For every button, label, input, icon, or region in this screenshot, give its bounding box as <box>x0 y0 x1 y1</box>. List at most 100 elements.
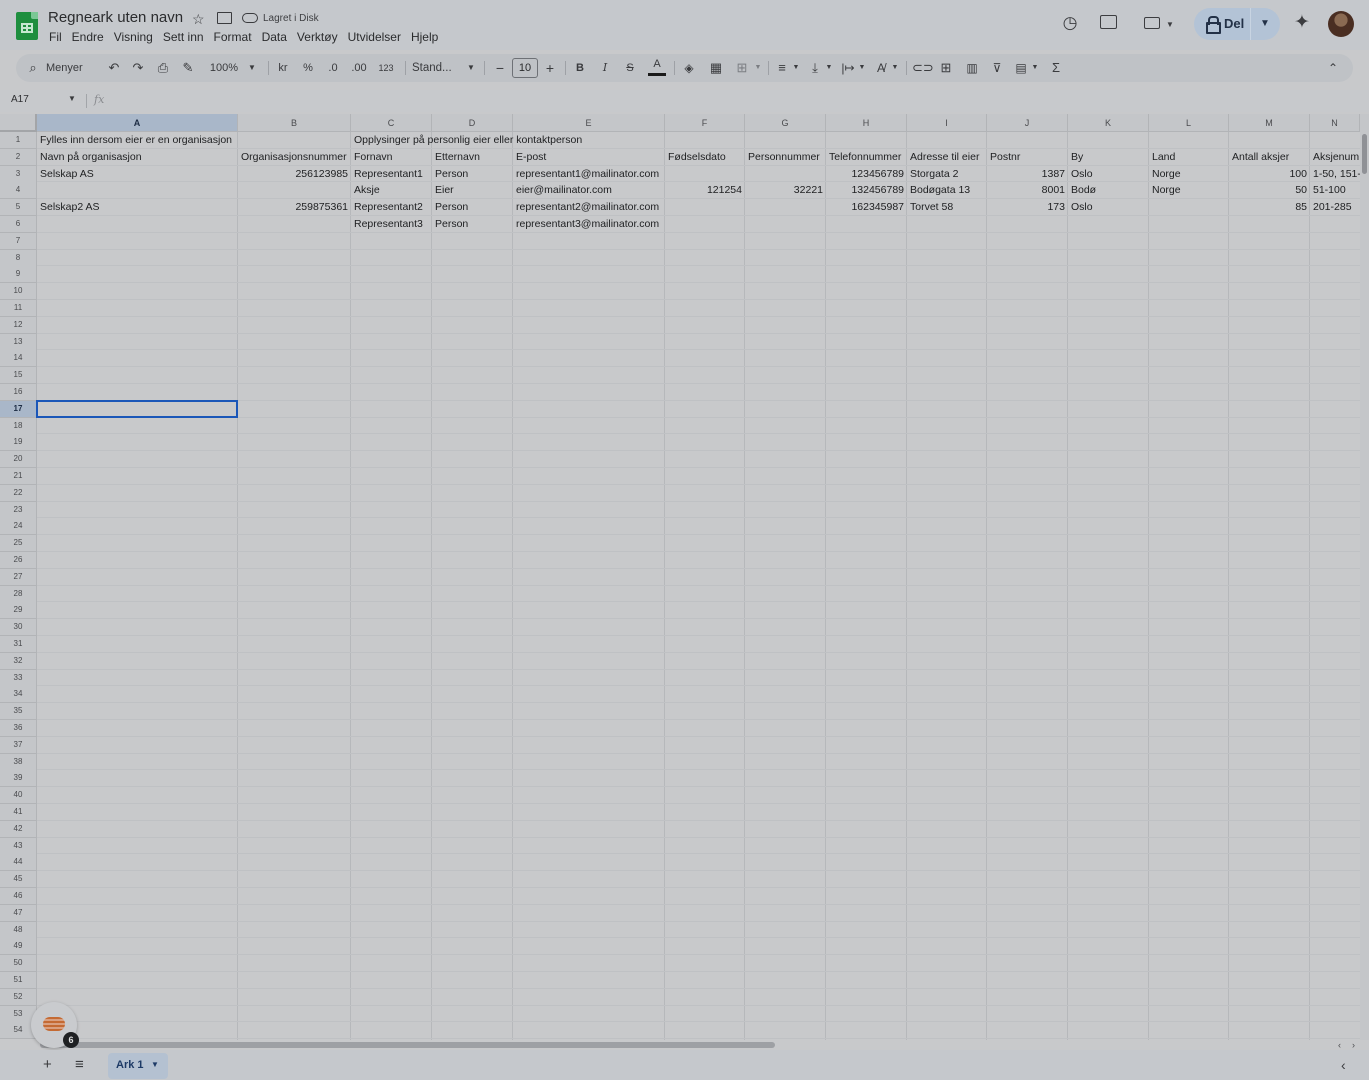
row-header[interactable]: 7 <box>0 232 37 250</box>
row-header[interactable]: 40 <box>0 787 37 805</box>
cell-j5[interactable]: 173 <box>987 199 1068 215</box>
vertical-scroll-thumb[interactable] <box>1362 134 1367 174</box>
saved-status[interactable]: Lagret i Disk <box>263 13 319 24</box>
print-icon[interactable]: ⎙ <box>155 54 171 82</box>
menu-item[interactable]: Utvidelser <box>348 30 401 46</box>
filter-views-chevron-down-icon[interactable]: ▼ <box>1030 54 1040 82</box>
column-header[interactable]: G <box>745 114 826 132</box>
menu-item[interactable]: Data <box>262 30 287 46</box>
gemini-icon[interactable]: ✦ <box>1292 13 1312 33</box>
row-header[interactable]: 23 <box>0 501 37 519</box>
cell-d2[interactable]: Etternavn <box>432 149 483 165</box>
column-header[interactable]: J <box>987 114 1068 132</box>
row-header[interactable]: 45 <box>0 871 37 889</box>
row-header[interactable]: 17 <box>0 400 37 418</box>
move-folder-icon[interactable] <box>217 12 232 24</box>
zoom-chevron-down-icon[interactable]: ▼ <box>246 54 258 82</box>
wrap-chevron-down-icon[interactable]: ▼ <box>857 54 867 82</box>
text-wrapping-icon[interactable]: |↦ <box>840 54 856 82</box>
text-rotation-icon[interactable]: A̸ <box>873 54 889 82</box>
row-header[interactable]: 20 <box>0 451 37 469</box>
row-header[interactable]: 12 <box>0 316 37 334</box>
fill-color-icon[interactable]: ◈ <box>681 54 697 82</box>
cell-i4[interactable]: Bodøgata 13 <box>907 182 973 198</box>
row-header[interactable]: 8 <box>0 249 37 267</box>
row-header[interactable]: 15 <box>0 367 37 385</box>
row-header[interactable]: 34 <box>0 686 37 704</box>
sheet-tab-chevron-down-icon[interactable]: ▼ <box>151 1060 159 1069</box>
cell-e4[interactable]: eier@mailinator.com <box>513 182 615 198</box>
row-header[interactable]: 42 <box>0 820 37 838</box>
cell-n5[interactable]: 201-285 <box>1310 199 1355 215</box>
column-header[interactable]: F <box>665 114 745 132</box>
cell-a5[interactable]: Selskap2 AS <box>37 199 103 215</box>
insert-chart-icon[interactable]: ▥ <box>964 54 980 82</box>
column-header[interactable]: N <box>1310 114 1360 132</box>
cell-j4[interactable]: 8001 <box>987 182 1068 198</box>
row-header[interactable]: 2 <box>0 148 37 166</box>
filter-views-icon[interactable]: ▤ <box>1013 54 1029 82</box>
row-header[interactable]: 43 <box>0 837 37 855</box>
row-header[interactable]: 14 <box>0 350 37 368</box>
cell-g2[interactable]: Personnummer <box>745 149 823 165</box>
increase-font-size-icon[interactable]: + <box>543 54 557 82</box>
cell-j3[interactable]: 1387 <box>987 166 1068 182</box>
italic-icon[interactable]: I <box>597 54 613 82</box>
row-header[interactable]: 37 <box>0 736 37 754</box>
row-header[interactable]: 22 <box>0 484 37 502</box>
row-header[interactable]: 30 <box>0 619 37 637</box>
sheet-tab[interactable]: Ark 1 ▼ <box>108 1053 168 1079</box>
horizontal-scrollbar[interactable] <box>40 1042 775 1048</box>
row-header[interactable]: 13 <box>0 333 37 351</box>
cell-h3[interactable]: 123456789 <box>826 166 907 182</box>
row-header[interactable]: 46 <box>0 888 37 905</box>
row-header[interactable]: 39 <box>0 770 37 788</box>
filter-icon[interactable]: ⊽ <box>989 54 1005 82</box>
name-box[interactable]: A17 <box>11 94 29 105</box>
cell-c4[interactable]: Aksje <box>351 182 383 198</box>
scroll-right-icon[interactable]: › <box>1352 1040 1355 1050</box>
scroll-left-icon[interactable]: ‹ <box>1338 1040 1341 1050</box>
row-header[interactable]: 18 <box>0 417 37 435</box>
vertical-align-icon[interactable]: ⤓ <box>807 54 823 82</box>
column-header[interactable]: D <box>432 114 513 132</box>
cell-b5[interactable]: 259875361 <box>238 199 351 215</box>
column-header[interactable]: L <box>1149 114 1229 132</box>
column-header[interactable]: A <box>37 114 238 132</box>
share-options-chevron-icon[interactable]: ▼ <box>1256 14 1274 34</box>
name-box-chevron-down-icon[interactable]: ▼ <box>68 94 76 103</box>
percent-format-button[interactable]: % <box>300 54 316 82</box>
row-header[interactable]: 38 <box>0 753 37 771</box>
menu-item[interactable]: Verktøy <box>297 30 338 46</box>
row-header[interactable]: 32 <box>0 652 37 670</box>
row-header[interactable]: 24 <box>0 518 37 536</box>
row-header[interactable]: 16 <box>0 384 37 401</box>
meet-caret-icon[interactable]: ▼ <box>1166 15 1174 35</box>
horizontal-align-icon[interactable]: ≡ <box>774 54 790 82</box>
menu-item[interactable]: Visning <box>114 30 153 46</box>
font-size-input[interactable]: 10 <box>512 58 538 78</box>
column-header[interactable]: E <box>513 114 665 132</box>
cell-m5[interactable]: 85 <box>1229 199 1310 215</box>
font-family-select[interactable]: Stand... <box>412 54 458 82</box>
text-color-icon[interactable]: A <box>648 54 666 76</box>
cell-e3[interactable]: representant1@mailinator.com <box>513 166 662 182</box>
cell-b2[interactable]: Organisasjonsnummer <box>238 149 350 165</box>
cell-d6[interactable]: Person <box>432 216 471 232</box>
column-header[interactable]: M <box>1229 114 1310 132</box>
row-header[interactable]: 47 <box>0 904 37 922</box>
cell-l4[interactable]: Norge <box>1149 182 1184 198</box>
cell-j2[interactable]: Postnr <box>987 149 1023 165</box>
cell-f2[interactable]: Fødselsdato <box>665 149 729 165</box>
cell-h2[interactable]: Telefonnummer <box>826 149 904 165</box>
row-header[interactable]: 25 <box>0 535 37 553</box>
cell-e5[interactable]: representant2@mailinator.com <box>513 199 662 215</box>
cell-m3[interactable]: 100 <box>1229 166 1310 182</box>
comment-icon[interactable] <box>1100 15 1117 29</box>
menu-item[interactable]: Sett inn <box>163 30 204 46</box>
row-header[interactable]: 1 <box>0 132 37 149</box>
sheets-logo-icon[interactable] <box>16 12 38 40</box>
cell-i3[interactable]: Storgata 2 <box>907 166 961 182</box>
decrease-decimal-button[interactable]: .0 <box>324 54 342 82</box>
cell-k2[interactable]: By <box>1068 149 1086 165</box>
